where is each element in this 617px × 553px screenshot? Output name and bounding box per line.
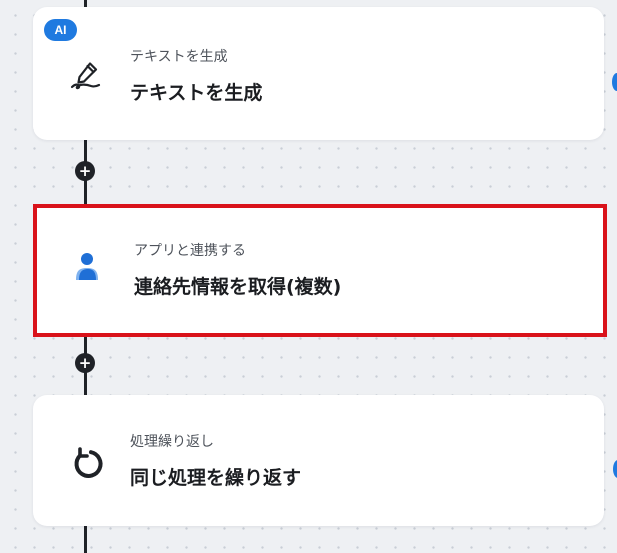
flow-step-get-contacts[interactable]: アプリと連携する 連絡先情報を取得(複数) <box>33 204 607 337</box>
loop-icon <box>69 445 105 481</box>
node-port[interactable] <box>612 73 617 91</box>
person-icon <box>69 249 105 285</box>
add-step-button[interactable]: + <box>75 353 95 373</box>
step-category-label: テキストを生成 <box>130 49 228 65</box>
step-title: 同じ処理を繰り返す <box>130 467 302 489</box>
flow-step-loop[interactable]: 処理繰り返し 同じ処理を繰り返す <box>33 395 604 526</box>
step-title: テキストを生成 <box>130 82 263 104</box>
pen-write-icon <box>69 57 105 93</box>
node-port[interactable] <box>613 460 617 478</box>
flow-step-generate-text[interactable]: AI テキストを生成 テキストを生成 <box>33 7 604 140</box>
step-category-label: アプリと連携する <box>134 243 246 259</box>
add-step-button[interactable]: + <box>75 161 95 181</box>
ai-badge: AI <box>44 19 77 41</box>
step-category-label: 処理繰り返し <box>130 434 214 450</box>
step-title: 連絡先情報を取得(複数) <box>134 276 342 298</box>
